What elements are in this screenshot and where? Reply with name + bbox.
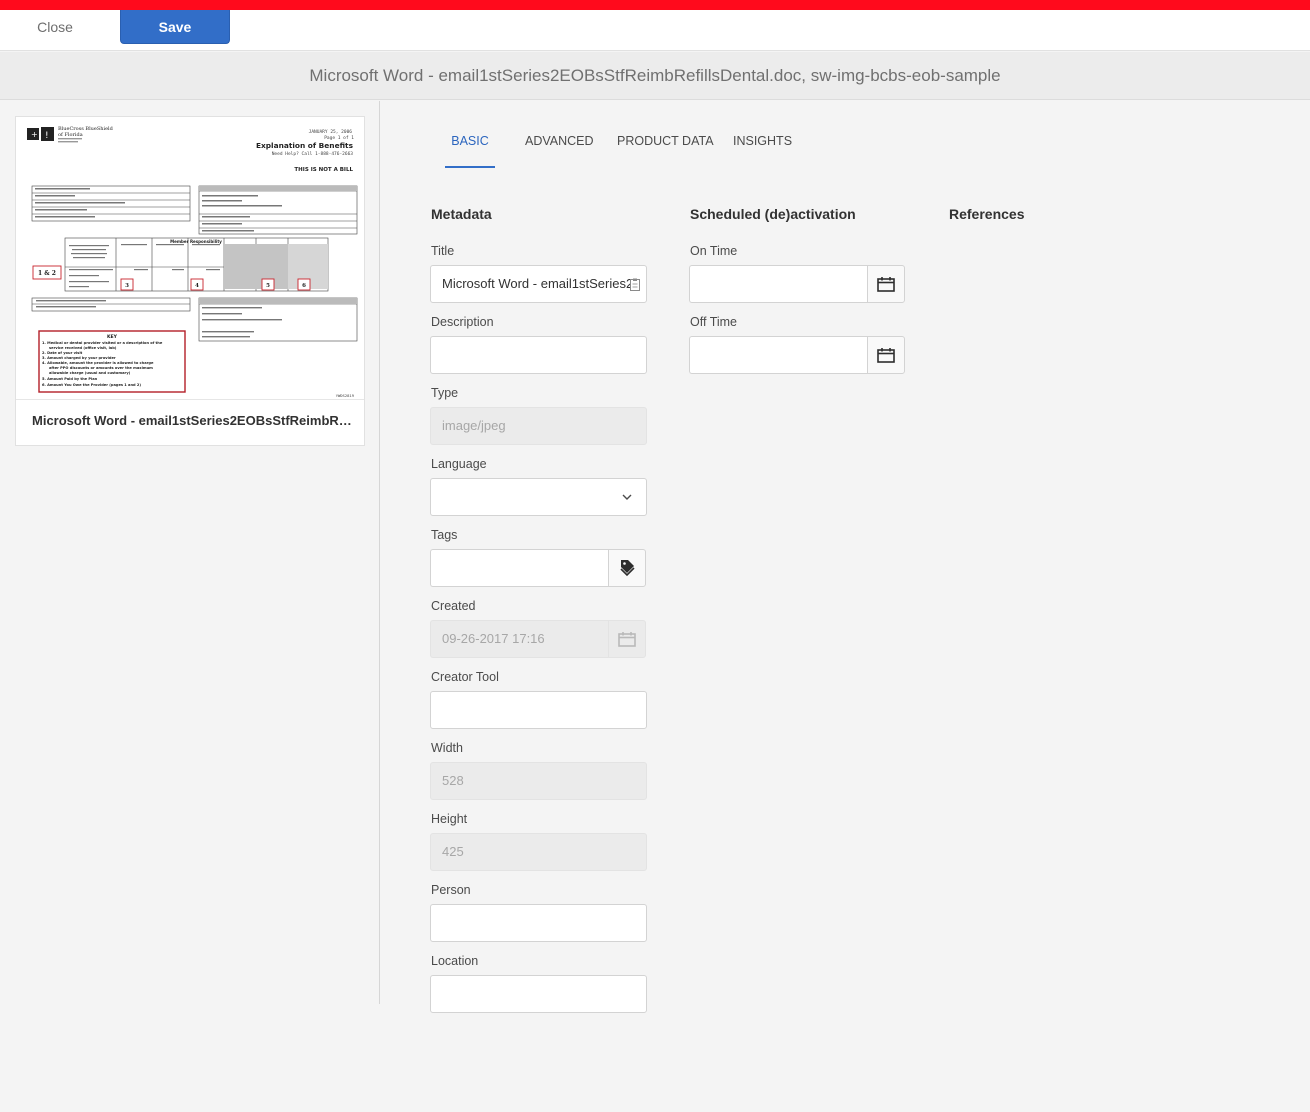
thumb-key-item: allowable charge (usual and customary) (49, 371, 131, 375)
tags-input[interactable] (430, 549, 609, 587)
thumb-key-item: after PPO discounts or amounts over the … (49, 366, 153, 370)
description-field[interactable] (430, 336, 647, 374)
bcbs-logo-icon: + ! (27, 127, 54, 141)
on-time-calendar-button[interactable] (867, 265, 905, 303)
thumb-callout-5: 5 (266, 283, 270, 289)
creator-tool-label: Creator Tool (431, 670, 499, 684)
thumb-key-title: KEY (107, 334, 118, 340)
page-title: Microsoft Word - email1stSeries2EOBsStfR… (0, 52, 1310, 100)
height-field-value: 425 (442, 844, 464, 859)
thumb-not-a-bill: THIS IS NOT A BILL (294, 167, 353, 173)
off-time-label: Off Time (690, 315, 738, 329)
calendar-icon (877, 277, 895, 292)
calendar-icon (877, 348, 895, 363)
language-label: Language (431, 457, 487, 471)
type-field: image/jpeg (430, 407, 647, 445)
close-button[interactable]: Close (20, 10, 90, 44)
location-label: Location (431, 954, 479, 968)
tab-insights[interactable]: INSIGHTS (733, 122, 792, 168)
description-label: Description (431, 315, 494, 329)
off-time-input[interactable] (689, 336, 868, 374)
type-field-value: image/jpeg (442, 418, 506, 433)
thumb-date: JANUARY 25, 2006 (309, 129, 353, 135)
eob-document-preview: + ! BlueCross BlueShield of Florida JANU… (27, 126, 358, 398)
height-label: Height (431, 812, 468, 826)
thumb-key-item: 5. Amount Paid by the Plan (42, 377, 98, 381)
tab-basic[interactable]: BASIC (445, 122, 495, 168)
thumb-callout-4: 4 (195, 283, 199, 289)
thumb-help: Need Help? Call 1-888-476-2663 (272, 151, 354, 157)
section-metadata: Metadata (431, 206, 492, 222)
chevron-down-icon (622, 494, 632, 500)
created-field: 09-26-2017 17:16 (430, 620, 609, 658)
tag-icon (620, 560, 635, 577)
title-field[interactable]: Microsoft Word - email1stSeries2EOB (430, 265, 647, 303)
thumb-key-item: 3. Amount charged by your provider (42, 356, 116, 360)
person-label: Person (431, 883, 471, 897)
thumb-key-item: 2. Date of your visit (42, 351, 83, 355)
off-time-calendar-button[interactable] (867, 336, 905, 374)
svg-text:+: + (31, 130, 38, 139)
location-field[interactable] (430, 975, 647, 1013)
section-scheduled-activation: Scheduled (de)activation (690, 206, 856, 222)
save-button[interactable]: Save (120, 10, 230, 44)
thumb-logo-line2: of Florida (58, 132, 83, 138)
thumb-key-item: 1. Medical or dental provider visited or… (42, 341, 163, 345)
tags-picker-button[interactable] (608, 549, 646, 587)
width-label: Width (431, 741, 463, 755)
height-field: 425 (430, 833, 647, 871)
creator-tool-field[interactable] (430, 691, 647, 729)
thumb-key-item: service received (office visit, lab) (49, 346, 117, 350)
on-time-label: On Time (690, 244, 738, 258)
tags-label: Tags (431, 528, 458, 542)
created-label: Created (431, 599, 476, 613)
left-panel: + ! BlueCross BlueShield of Florida JANU… (0, 101, 380, 1004)
thumb-callout-1-2: 1 & 2 (38, 270, 56, 277)
asset-thumbnail: + ! BlueCross BlueShield of Florida JANU… (16, 117, 364, 400)
thumb-callout-3: 3 (125, 283, 129, 289)
section-references: References (949, 206, 1025, 222)
calendar-icon (618, 632, 636, 647)
on-time-input[interactable] (689, 265, 868, 303)
title-label: Title (431, 244, 455, 258)
language-select[interactable] (430, 478, 647, 516)
clipboard-icon[interactable] (630, 278, 640, 291)
type-label: Type (431, 386, 459, 400)
width-field-value: 528 (442, 773, 464, 788)
thumb-key-item: 6. Amount You Owe the Provider (pages 1 … (42, 383, 141, 387)
thumb-footer-code: YWDS2819 (336, 393, 355, 398)
top-stripe (0, 0, 1310, 10)
tab-product-data[interactable]: PRODUCT DATA (617, 122, 714, 168)
svg-text:!: ! (45, 131, 49, 141)
width-field: 528 (430, 762, 647, 800)
thumb-callout-6: 6 (302, 283, 306, 289)
title-field-value: Microsoft Word - email1stSeries2EOB (442, 276, 630, 291)
asset-card[interactable]: + ! BlueCross BlueShield of Florida JANU… (15, 116, 365, 446)
created-calendar-button (608, 620, 646, 658)
tab-advanced[interactable]: ADVANCED (525, 122, 594, 168)
person-field[interactable] (430, 904, 647, 942)
thumb-member-responsibility: Member Responsibility (170, 239, 222, 244)
toolbar: Close Save (0, 10, 1310, 51)
asset-card-title: Microsoft Word - email1stSeries2EOBsStfR… (32, 413, 352, 428)
thumb-key-item: 4. Allowable, amount the provider is all… (42, 361, 154, 365)
thumb-heading: Explanation of Benefits (256, 141, 354, 150)
